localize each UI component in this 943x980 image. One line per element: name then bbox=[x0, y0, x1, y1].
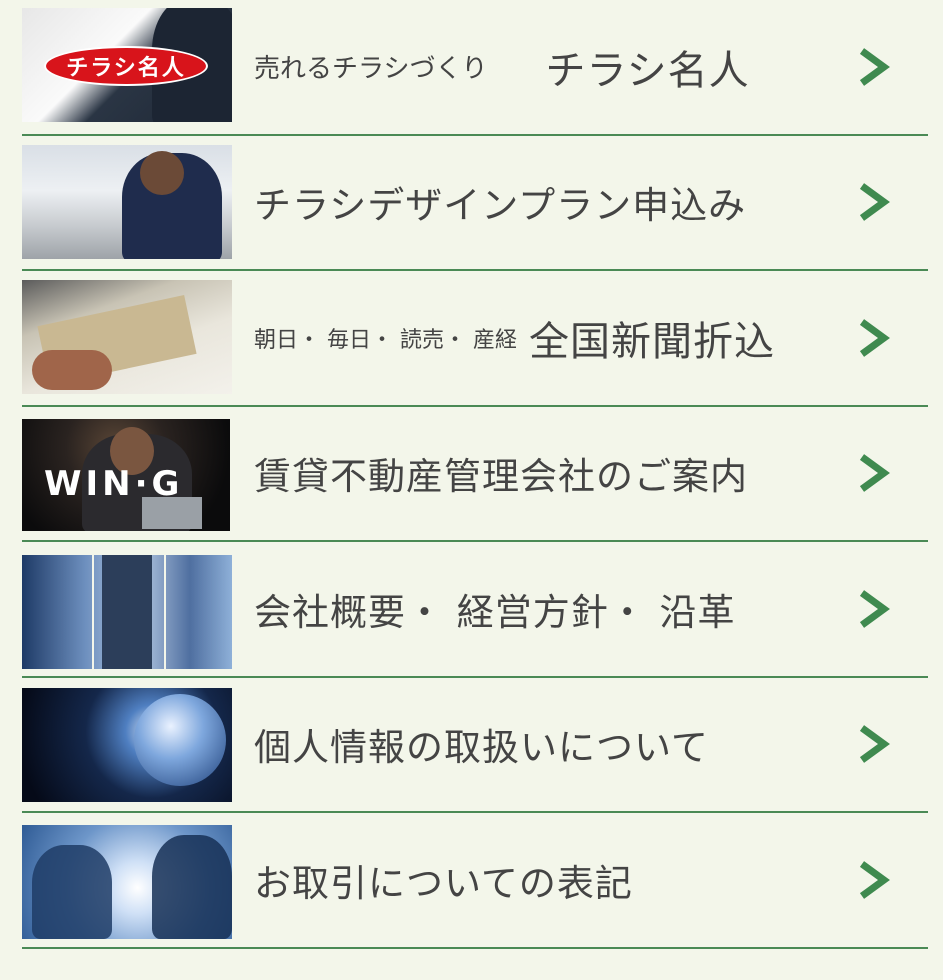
panel-divider bbox=[92, 555, 94, 669]
thumb-chirashi-meijin: チラシ名人 bbox=[22, 8, 232, 122]
thumb-newspaper bbox=[22, 280, 232, 394]
thumb-globe bbox=[22, 687, 232, 802]
menu-item-label: お取引についての表記 bbox=[254, 813, 818, 947]
thumb-wing-g: WIN·G bbox=[22, 418, 230, 531]
menu-item-wing-g[interactable]: WIN·G 賃貸不動産管理会社のご案内 bbox=[22, 407, 928, 542]
menu-item-subtitle: 売れるチラシづくり bbox=[254, 54, 488, 85]
menu-item-title: チラシデザインプラン申込み bbox=[254, 184, 747, 228]
menu-item-label: 朝日・ 毎日・ 読売・ 産経 全国新聞折込 bbox=[254, 271, 818, 405]
menu-item-company[interactable]: 会社概要・ 経営方針・ 沿革 bbox=[22, 542, 928, 678]
person-figure bbox=[32, 845, 112, 939]
chevron-right-icon[interactable] bbox=[856, 860, 890, 900]
menu-item-title: 個人情報の取扱いについて bbox=[254, 726, 709, 770]
menu-item-label: チラシデザインプラン申込み bbox=[254, 136, 818, 270]
chevron-right-icon[interactable] bbox=[856, 724, 890, 764]
globe-shape bbox=[134, 693, 226, 786]
person-figure bbox=[102, 555, 152, 669]
menu-item-design-plan[interactable]: チラシデザインプラン申込み bbox=[22, 136, 928, 271]
menu-item-label: 個人情報の取扱いについて bbox=[254, 678, 818, 812]
menu-item-title: 全国新聞折込 bbox=[528, 318, 775, 365]
wing-g-logo: WIN·G bbox=[44, 463, 184, 504]
chirashi-meijin-logo: チラシ名人 bbox=[44, 46, 208, 86]
menu-item-label: 会社概要・ 経営方針・ 沿革 bbox=[254, 542, 818, 676]
menu-item-privacy[interactable]: 個人情報の取扱いについて bbox=[22, 678, 928, 813]
menu-item-title: 賃貸不動産管理会社のご案内 bbox=[254, 455, 748, 499]
hand-shape bbox=[32, 350, 112, 390]
chevron-right-icon[interactable] bbox=[856, 47, 890, 87]
menu-item-title: チラシ名人 bbox=[545, 47, 750, 94]
chevron-right-icon[interactable] bbox=[856, 318, 890, 358]
logo-text: チラシ名人 bbox=[66, 56, 186, 81]
menu-item-label: 売れるチラシづくり チラシ名人 bbox=[254, 0, 818, 134]
person-figure bbox=[152, 835, 232, 939]
thumb-handshake bbox=[22, 825, 232, 939]
panel-divider bbox=[164, 555, 166, 669]
menu-item-subtitle: 朝日・ 毎日・ 読売・ 産経 bbox=[254, 327, 517, 353]
thumb-design-plan bbox=[22, 144, 232, 259]
menu-list: チラシ名人 売れるチラシづくり チラシ名人 チラシデザインプラン申込み 朝日・ … bbox=[22, 0, 928, 949]
thumb-company bbox=[22, 555, 232, 669]
menu-item-transactions[interactable]: お取引についての表記 bbox=[22, 813, 928, 949]
menu-item-chirashi-meijin[interactable]: チラシ名人 売れるチラシづくり チラシ名人 bbox=[22, 0, 928, 136]
person-head bbox=[140, 150, 184, 195]
menu-item-title: お取引についての表記 bbox=[254, 861, 633, 905]
menu-item-newspaper[interactable]: 朝日・ 毎日・ 読売・ 産経 全国新聞折込 bbox=[22, 271, 928, 407]
menu-item-title: 会社概要・ 経営方針・ 沿革 bbox=[254, 590, 736, 634]
menu-item-label: 賃貸不動産管理会社のご案内 bbox=[254, 407, 818, 541]
chevron-right-icon[interactable] bbox=[856, 453, 890, 493]
chevron-right-icon[interactable] bbox=[856, 589, 890, 629]
chevron-right-icon[interactable] bbox=[856, 182, 890, 222]
